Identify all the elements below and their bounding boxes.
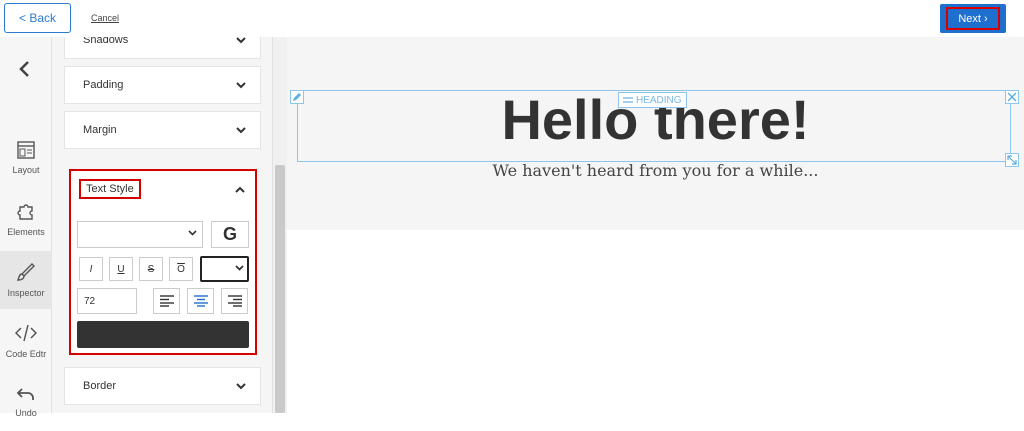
collapse-chevron-icon[interactable] — [15, 59, 35, 84]
strikethrough-button[interactable]: S — [139, 257, 163, 281]
italic-button[interactable]: I — [79, 257, 103, 281]
layout-icon — [17, 141, 35, 159]
chevron-down-icon — [236, 37, 246, 43]
brush-icon — [16, 263, 35, 281]
align-right-button[interactable] — [221, 288, 248, 314]
chevron-down-icon — [236, 126, 246, 133]
tool-undo[interactable]: Undo — [0, 373, 52, 431]
align-left-button[interactable] — [153, 288, 180, 314]
section-margin-label: Margin — [83, 124, 117, 136]
section-padding-label: Padding — [83, 79, 124, 91]
tool-undo-label: Undo — [15, 408, 37, 418]
drag-handle-icon — [623, 97, 633, 103]
heading-tag-label: HEADING — [636, 94, 682, 106]
section-padding[interactable]: Padding — [64, 66, 261, 104]
editor-canvas: Hello there! HEADING We haven't heard fr… — [287, 37, 1024, 413]
section-text-style-label: Text Style — [79, 179, 141, 199]
section-margin[interactable]: Margin — [64, 111, 261, 149]
tool-code-editor[interactable]: Code Edtr — [0, 312, 52, 370]
align-right-icon — [227, 295, 242, 307]
tool-code-editor-label: Code Edtr — [5, 349, 47, 359]
edit-pencil-icon[interactable] — [290, 90, 304, 104]
section-shadows-label: Shadows — [83, 37, 129, 46]
text-color-picker[interactable] — [77, 321, 249, 348]
next-button[interactable]: Next › — [946, 7, 1000, 30]
puzzle-icon — [17, 204, 33, 220]
code-icon — [15, 324, 37, 342]
tool-inspector[interactable]: Inspector — [0, 251, 52, 309]
chevron-down-icon — [235, 265, 244, 271]
font-family-select[interactable] — [77, 221, 203, 248]
text-style-header[interactable]: Text Style — [71, 171, 255, 207]
tool-inspector-label: Inspector — [7, 288, 45, 298]
section-border[interactable]: Border — [64, 367, 261, 405]
google-fonts-button[interactable]: G — [211, 221, 249, 248]
section-text-style: Text Style G I U S O 72 — [69, 169, 257, 355]
align-left-icon — [159, 295, 174, 307]
overline-button[interactable]: O — [169, 257, 193, 281]
align-center-button[interactable] — [187, 288, 214, 314]
panel-scrollbar[interactable] — [272, 37, 287, 413]
inspector-panel: Shadows Padding Margin Text Style G I U … — [52, 37, 272, 413]
chevron-up-icon — [235, 186, 245, 193]
top-bar: < Back Cancel Next › — [0, 0, 1024, 37]
cancel-link[interactable]: Cancel — [91, 13, 119, 23]
back-button[interactable]: < Back — [4, 3, 71, 33]
font-size-input[interactable]: 72 — [77, 288, 137, 314]
section-border-label: Border — [83, 380, 117, 392]
heading-element-tag[interactable]: HEADING — [618, 92, 687, 108]
underline-button[interactable]: U — [109, 257, 133, 281]
tool-elements-label: Elements — [7, 227, 45, 237]
tool-layout[interactable]: Layout — [0, 129, 52, 187]
undo-icon — [16, 388, 34, 400]
close-icon[interactable] — [1005, 90, 1019, 104]
tool-elements[interactable]: Elements — [0, 190, 52, 248]
next-button-container[interactable]: Next › — [940, 4, 1006, 33]
tool-layout-label: Layout — [12, 165, 40, 175]
section-shadows[interactable]: Shadows — [64, 37, 261, 59]
scrollbar-thumb[interactable] — [275, 165, 285, 413]
chevron-down-icon — [236, 81, 246, 88]
chevron-down-icon — [236, 382, 246, 389]
subtitle-text[interactable]: We haven't heard from you for a while... — [287, 161, 1024, 180]
chevron-down-icon — [188, 230, 197, 236]
align-center-icon — [193, 295, 208, 307]
left-toolbar: Layout Elements Inspector Code Edtr Undo — [0, 37, 52, 418]
text-transform-select[interactable] — [200, 256, 249, 282]
